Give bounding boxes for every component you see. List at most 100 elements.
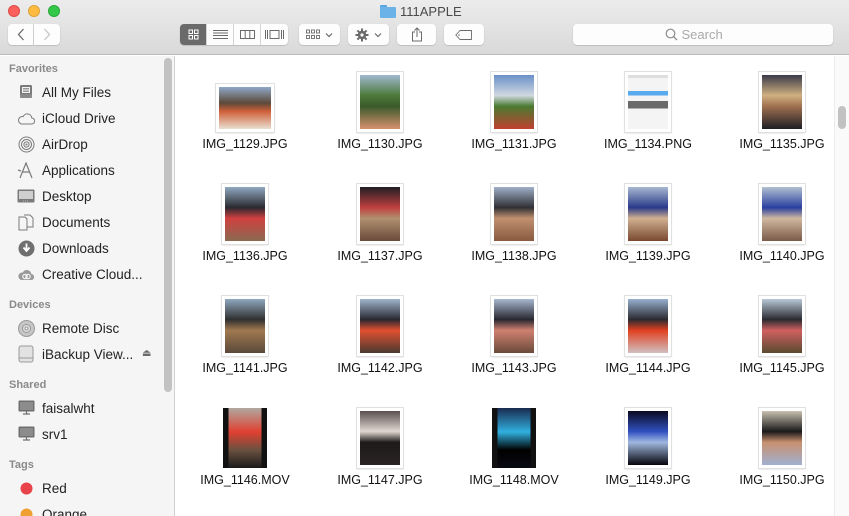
file-name: IMG_1143.JPG	[471, 361, 557, 375]
file-item[interactable]: IMG_1141.JPG	[185, 292, 305, 392]
sidebar-item-remote-disc[interactable]: Remote Disc	[16, 318, 161, 338]
thumbnail-image	[223, 408, 267, 468]
file-item[interactable]: IMG_1144.JPG	[588, 292, 708, 392]
search-field[interactable]	[573, 24, 833, 45]
file-item[interactable]: IMG_1136.JPG	[185, 180, 305, 280]
sidebar-item-tag-red[interactable]: Red	[16, 478, 161, 498]
thumbnail-image	[219, 87, 271, 129]
file-name: IMG_1136.JPG	[202, 249, 288, 263]
file-item[interactable]: IMG_1149.JPG	[588, 404, 708, 504]
tag-icon	[455, 29, 472, 40]
file-thumbnail	[357, 296, 403, 356]
thumbnail-image	[492, 408, 536, 468]
file-name: IMG_1131.JPG	[471, 137, 557, 151]
grid-icon	[188, 29, 198, 40]
file-name: IMG_1135.JPG	[739, 137, 825, 151]
sidebar-item-ibackup-viewer[interactable]: iBackup View...	[16, 344, 161, 364]
file-name: IMG_1129.JPG	[202, 137, 288, 151]
applications-icon	[16, 161, 36, 179]
sidebar-item-icloud-drive[interactable]: iCloud Drive	[16, 108, 161, 128]
desktop-icon	[16, 187, 36, 205]
content-scrollbar-thumb[interactable]	[838, 106, 846, 129]
list-view-button[interactable]	[207, 24, 234, 45]
coverflow-icon	[265, 30, 284, 39]
file-thumbnail	[625, 72, 671, 132]
file-item[interactable]: IMG_1134.PNG	[588, 68, 708, 168]
minimize-button[interactable]	[28, 5, 40, 17]
arrange-button[interactable]	[299, 24, 340, 45]
file-name: IMG_1145.JPG	[739, 361, 825, 375]
sidebar-scrollbar[interactable]	[164, 58, 172, 392]
file-item[interactable]: IMG_1150.JPG	[722, 404, 842, 504]
sidebar-item-label: iBackup View...	[42, 346, 134, 362]
downloads-icon	[16, 239, 36, 257]
file-name: IMG_1140.JPG	[739, 249, 825, 263]
sidebar-item-applications[interactable]: Applications	[16, 160, 161, 180]
thumbnail-image	[360, 411, 400, 465]
file-thumbnail	[759, 408, 805, 468]
file-thumbnail-wrap	[320, 292, 440, 356]
sidebar-item-label: Red	[42, 480, 67, 496]
file-item[interactable]: IMG_1130.JPG	[320, 68, 440, 168]
file-thumbnail-wrap	[588, 292, 708, 356]
thumbnail-image	[494, 299, 534, 353]
file-item[interactable]: IMG_1147.JPG	[320, 404, 440, 504]
share-button[interactable]	[397, 24, 436, 45]
chevron-right-icon	[44, 28, 51, 41]
list-icon	[212, 30, 228, 39]
eject-icon[interactable]: ⏏	[142, 348, 151, 359]
thumbnail-image	[225, 187, 265, 241]
file-item[interactable]: IMG_1148.MOV	[454, 404, 574, 504]
file-name: IMG_1130.JPG	[337, 137, 423, 151]
file-item[interactable]: IMG_1140.JPG	[722, 180, 842, 280]
sidebar-item-faisalwht[interactable]: faisalwht	[16, 398, 161, 418]
file-thumbnail	[357, 72, 403, 132]
sidebar-item-tag-orange[interactable]: Orange	[16, 504, 161, 516]
sidebar-section-tags: Tags	[9, 459, 34, 471]
file-item[interactable]: IMG_1131.JPG	[454, 68, 574, 168]
chevron-down-icon	[325, 32, 333, 37]
tags-button[interactable]	[444, 24, 484, 45]
sidebar-item-srv1[interactable]: srv1	[16, 424, 161, 444]
column-view-button[interactable]	[234, 24, 261, 45]
sidebar-item-desktop[interactable]: Desktop	[16, 186, 161, 206]
content-scrollbar-track[interactable]	[834, 56, 849, 516]
forward-button[interactable]	[34, 24, 60, 45]
file-thumbnail-wrap	[454, 404, 574, 468]
columns-icon	[239, 30, 255, 39]
icon-view-button[interactable]	[180, 24, 207, 45]
file-item[interactable]: IMG_1138.JPG	[454, 180, 574, 280]
back-button[interactable]	[8, 24, 33, 45]
file-item[interactable]: IMG_1135.JPG	[722, 68, 842, 168]
sidebar-item-downloads[interactable]: Downloads	[16, 238, 161, 258]
action-button[interactable]	[348, 24, 389, 45]
sidebar-item-documents[interactable]: Documents	[16, 212, 161, 232]
file-thumbnail-wrap	[185, 404, 305, 468]
window-title-text: 111APPLE	[400, 3, 462, 19]
share-icon	[411, 27, 422, 42]
file-thumbnail-wrap	[320, 180, 440, 244]
cover-flow-view-button[interactable]	[261, 24, 288, 45]
creative-cloud-icon	[16, 265, 36, 283]
sidebar-item-airdrop[interactable]: AirDrop	[16, 134, 161, 154]
sidebar-item-all-my-files[interactable]: All My Files	[16, 82, 161, 102]
file-name: IMG_1141.JPG	[202, 361, 288, 375]
zoom-button[interactable]	[48, 5, 60, 17]
all-files-icon	[16, 83, 36, 101]
sidebar-item-creative-cloud[interactable]: Creative Cloud...	[16, 264, 161, 284]
file-name: IMG_1137.JPG	[337, 249, 423, 263]
search-input[interactable]	[681, 27, 742, 42]
file-item[interactable]: IMG_1137.JPG	[320, 180, 440, 280]
file-item[interactable]: IMG_1139.JPG	[588, 180, 708, 280]
file-thumbnail-wrap	[588, 68, 708, 132]
tag-dot-icon	[16, 479, 36, 497]
file-item[interactable]: IMG_1143.JPG	[454, 292, 574, 392]
file-item[interactable]: IMG_1146.MOV	[185, 404, 305, 504]
file-item[interactable]: IMG_1142.JPG	[320, 292, 440, 392]
thumbnail-image	[628, 411, 668, 465]
computer-icon	[16, 425, 36, 443]
close-button[interactable]	[8, 5, 20, 17]
file-grid: IMG_1129.JPG IMG_1130.JPG IMG_1131.JPG IMG_…	[176, 56, 849, 516]
file-item[interactable]: IMG_1129.JPG	[185, 68, 305, 168]
file-item[interactable]: IMG_1145.JPG	[722, 292, 842, 392]
